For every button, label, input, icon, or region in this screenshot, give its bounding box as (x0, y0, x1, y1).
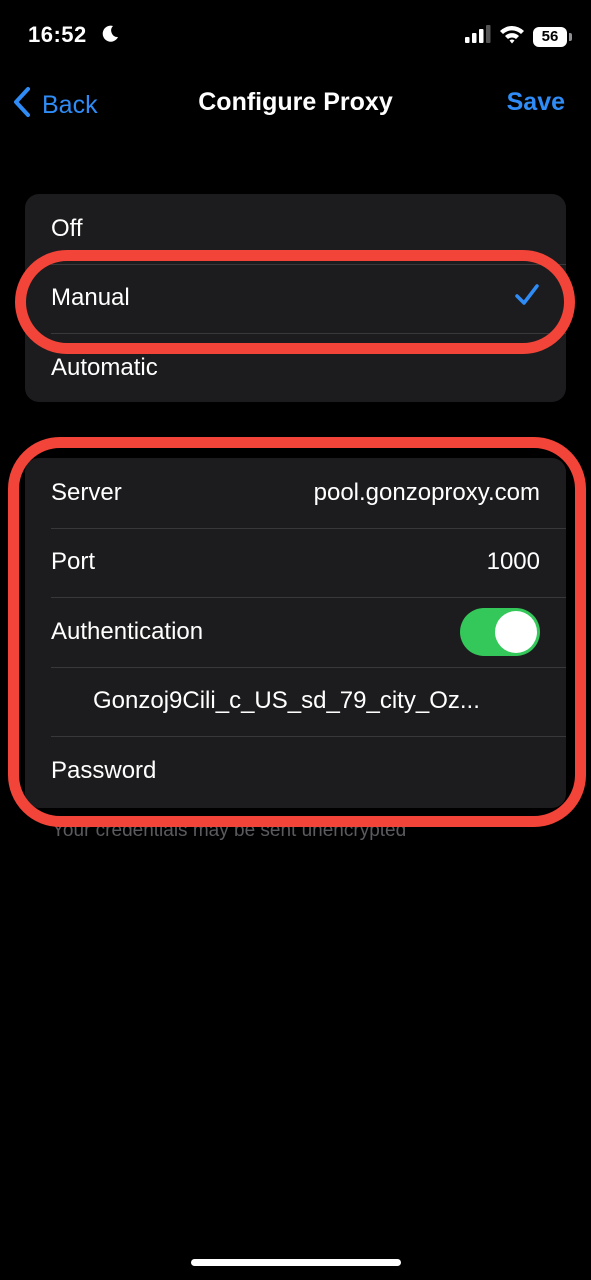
password-row[interactable]: Password (25, 736, 566, 806)
proxy-mode-group: Off Manual Automatic (25, 194, 566, 402)
username-row[interactable]: Gonzoj9Cili_c_US_sd_79_city_Oz... (25, 666, 566, 737)
authentication-row: Authentication (25, 597, 566, 667)
status-bar: 16:52 56 (0, 0, 591, 70)
back-button[interactable]: Back (12, 86, 98, 125)
username-field[interactable]: Gonzoj9Cili_c_US_sd_79_city_Oz... (93, 687, 480, 715)
authentication-toggle[interactable] (460, 607, 540, 656)
proxy-settings-group: Server pool.gonzoproxy.com Port 1000 Aut… (25, 458, 566, 808)
navigation-bar: Back Configure Proxy Save (0, 78, 591, 130)
password-label: Password (51, 756, 157, 784)
back-label: Back (42, 91, 98, 119)
port-field[interactable]: 1000 (487, 548, 540, 576)
mode-option-off-label: Off (51, 214, 83, 242)
port-row[interactable]: Port 1000 (25, 527, 566, 598)
battery-icon: 56 (533, 26, 572, 47)
chevron-left-icon (12, 86, 32, 125)
signal-icon (465, 25, 491, 48)
mode-option-manual-label: Manual (51, 284, 130, 312)
authentication-label: Authentication (51, 617, 204, 645)
server-field[interactable]: pool.gonzoproxy.com (314, 479, 540, 507)
mode-option-automatic[interactable]: Automatic (25, 333, 566, 402)
wifi-icon (499, 24, 525, 49)
port-label: Port (51, 548, 96, 576)
status-time: 16:52 (28, 22, 87, 47)
home-indicator (191, 1259, 401, 1266)
server-row[interactable]: Server pool.gonzoproxy.com (25, 458, 566, 528)
moon-icon (100, 24, 120, 49)
toggle-knob (495, 610, 537, 653)
status-icons: 56 (465, 24, 572, 49)
mode-option-automatic-label: Automatic (51, 353, 158, 381)
save-button[interactable]: Save (507, 88, 565, 117)
checkmark-icon (514, 283, 540, 314)
credentials-warning: Your credentials may be sent unencrypted (52, 820, 407, 841)
mode-option-manual[interactable]: Manual (25, 263, 566, 334)
mode-option-off[interactable]: Off (25, 194, 566, 264)
server-label: Server (51, 478, 122, 506)
